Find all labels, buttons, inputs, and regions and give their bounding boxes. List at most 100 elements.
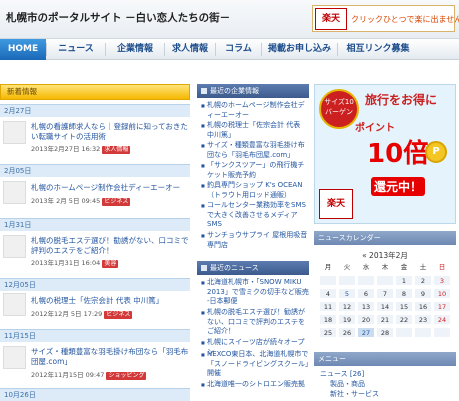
- calendar-day: [414, 327, 432, 338]
- calendar-day: 13: [357, 301, 375, 312]
- weekday-label: 日: [433, 261, 451, 272]
- nav-home[interactable]: HOME: [0, 39, 46, 60]
- news-thumbnail[interactable]: [3, 346, 26, 369]
- news-link[interactable]: 北海道札幌市・「SNOW MIKU 2013」で雪ミクの切手など販売 -日本郵便: [201, 278, 309, 307]
- news-title[interactable]: 札幌の看護師求人なら｜登録前に知っておきたい転職サイトの活用術: [31, 122, 189, 142]
- site-header: 札幌市のポータルサイト －白い恋人たちの街－ 楽天 クリックひとつで楽に出ません…: [0, 0, 459, 38]
- news-thumbnail[interactable]: [3, 293, 26, 316]
- news-meta: 2012年12月 5日 17:29 ビジネス: [31, 308, 191, 319]
- news-link[interactable]: 札幌の脱毛エステ選び！勧誘がない、口コミで評判のエステをご紹介！: [201, 308, 309, 337]
- company-link[interactable]: サンチョウサプライ 屋根用吸音専門店: [201, 231, 309, 250]
- rakuten-logo: 楽天: [315, 8, 347, 30]
- ad-points-label: ポイント: [355, 123, 395, 134]
- panel-icon: [201, 88, 207, 94]
- calendar-day: 6: [357, 288, 375, 299]
- news-thumbnail[interactable]: [3, 181, 26, 204]
- nav-news[interactable]: ニュース: [47, 39, 105, 60]
- calendar-day: 24: [433, 314, 451, 325]
- rakuten-travel-ad[interactable]: サイズ10 バーゲン 旅行をお得に ポイント 10倍 還元中！ 楽天 P: [314, 84, 456, 224]
- news-datetime: 2012年11月15日 09:47: [31, 371, 105, 379]
- company-link[interactable]: サイズ・種類豊富な羽毛掛け布団なら「羽毛布団屋.com」: [201, 141, 309, 160]
- calendar-day: [395, 327, 413, 338]
- category-tag[interactable]: ショッピング: [106, 372, 147, 380]
- main-nav: HOME ニュース 企業情報 求人情報 コラム 掲載お申し込み 相互リンク募集: [0, 38, 459, 60]
- news-link[interactable]: 北海道唯一のシトロエン販売拠: [201, 380, 309, 390]
- news-datetime: 2012年12月 5日 17:29: [31, 310, 103, 318]
- news-thumbnail[interactable]: [3, 121, 26, 144]
- news-title[interactable]: サイズ・種類豊富な羽毛掛け布団なら「羽毛布団屋.com」: [31, 347, 189, 367]
- company-link[interactable]: 「サンクスツアー」の飛行機チケット販売予約: [201, 161, 309, 180]
- category-tag[interactable]: ビジネス: [104, 311, 133, 319]
- calendar-header: ニュースカレンダー: [314, 231, 456, 245]
- weekday-label: 火: [338, 261, 356, 272]
- news-link[interactable]: NEXCO東日本、北海道札幌市で「スノードライビングスクール」開催: [201, 350, 309, 379]
- company-panel-header: 最近の企業情報: [197, 84, 309, 98]
- news-meta: 2013年1月31日 16:04 美容: [31, 257, 191, 268]
- nav-company[interactable]: 企業情報: [106, 39, 164, 60]
- calendar-day: [338, 275, 356, 286]
- news-title[interactable]: 札幌の税理士「佐宗会計 代表 中川篤」: [31, 296, 189, 306]
- calendar-day: 1: [395, 275, 413, 286]
- news-meta: 2013年2月27日 16:32 求人情報: [31, 143, 191, 154]
- bargain-badge: サイズ10 バーゲン: [319, 89, 359, 129]
- weekday-label: 水: [357, 261, 375, 272]
- ad-cashback: 還元中！: [371, 177, 426, 196]
- menu-link-services[interactable]: 新社・サービス: [330, 389, 379, 399]
- weekday-label: 木: [376, 261, 394, 272]
- calendar-day: 21: [376, 314, 394, 325]
- calendar-day: [433, 327, 451, 338]
- calendar-day: 7: [376, 288, 394, 299]
- calendar-day: 16: [414, 301, 432, 312]
- company-link[interactable]: コールセンター業務効率をSMSで大きく改善させるメディアSMS: [201, 201, 309, 230]
- news-panel-header: 最近のニュース: [197, 261, 309, 275]
- menu-link-products[interactable]: 製品・商品: [330, 379, 365, 389]
- calendar-day: 18: [319, 314, 337, 325]
- calendar-month-nav[interactable]: « 2013年2月: [314, 250, 456, 261]
- header-banner-ad[interactable]: 楽天 クリックひとつで楽に出ませんか？: [312, 5, 459, 32]
- category-tag[interactable]: ビジネス: [102, 198, 131, 206]
- news-meta: 2013年 2月 5日 09:45 ビジネス: [31, 195, 191, 206]
- calendar-day: 28: [376, 327, 394, 338]
- menu-panel-header: メニュー: [314, 352, 456, 366]
- news-title[interactable]: 札幌のホームページ制作会社ディーエーオー: [31, 183, 189, 193]
- site-title[interactable]: 札幌市のポータルサイト －白い恋人たちの街－: [6, 10, 230, 25]
- company-link[interactable]: 札幌の税理士「佐宗会計 代表 中川篤」: [201, 121, 309, 140]
- nav-jobs[interactable]: 求人情報: [165, 39, 215, 60]
- news-date: 10月26日: [0, 388, 190, 401]
- calendar-day-link[interactable]: 5: [338, 288, 356, 299]
- category-tag[interactable]: 求人情報: [102, 146, 131, 154]
- company-panel-title: 最近の企業情報: [210, 87, 259, 95]
- calendar-day: 4: [319, 288, 337, 299]
- calendar-day-link[interactable]: 27: [357, 327, 375, 338]
- weekday-label: 金: [395, 261, 413, 272]
- calendar-day: 15: [395, 301, 413, 312]
- calendar-day: 26: [338, 327, 356, 338]
- calendar-day: 19: [338, 314, 356, 325]
- news-panel-title: 最近のニュース: [210, 264, 259, 272]
- calendar-day: [357, 275, 375, 286]
- news-date: 1月31日: [0, 218, 190, 231]
- calendar-day: 20: [357, 314, 375, 325]
- nav-apply[interactable]: 掲載お申し込み: [262, 39, 337, 60]
- calendar-day: 10: [433, 288, 451, 299]
- nav-column[interactable]: コラム: [216, 39, 261, 60]
- news-datetime: 2013年1月31日 16:04: [31, 259, 101, 267]
- calendar-day: 9: [414, 288, 432, 299]
- news-date: 11月15日: [0, 329, 190, 342]
- company-link[interactable]: 札幌のホームページ制作会社ディーエーオー: [201, 101, 309, 120]
- menu-link-news[interactable]: ニュース [26]: [320, 369, 364, 379]
- nav-link-exchange[interactable]: 相互リンク募集: [338, 39, 418, 60]
- calendar-day: 22: [395, 314, 413, 325]
- news-datetime: 2013年2月27日 16:32: [31, 145, 101, 153]
- news-title[interactable]: 札幌の脱毛エステ選び！勧誘がない、口コミで評判のエステをご紹介！: [31, 236, 189, 256]
- weekday-label: 土: [414, 261, 432, 272]
- news-datetime: 2013年 2月 5日 09:45: [31, 197, 101, 205]
- ad-multiplier: 10倍: [367, 139, 430, 169]
- company-link[interactable]: 釣具専門ショップ K's OCEAN（トラウト用ロッド通販）: [201, 181, 309, 200]
- calendar-day: 25: [319, 327, 337, 338]
- category-tag[interactable]: 美容: [102, 260, 119, 268]
- news-thumbnail[interactable]: [3, 235, 26, 258]
- news-date: 2月05日: [0, 164, 190, 177]
- calendar-day: [376, 275, 394, 286]
- point-coin-icon: P: [425, 141, 447, 163]
